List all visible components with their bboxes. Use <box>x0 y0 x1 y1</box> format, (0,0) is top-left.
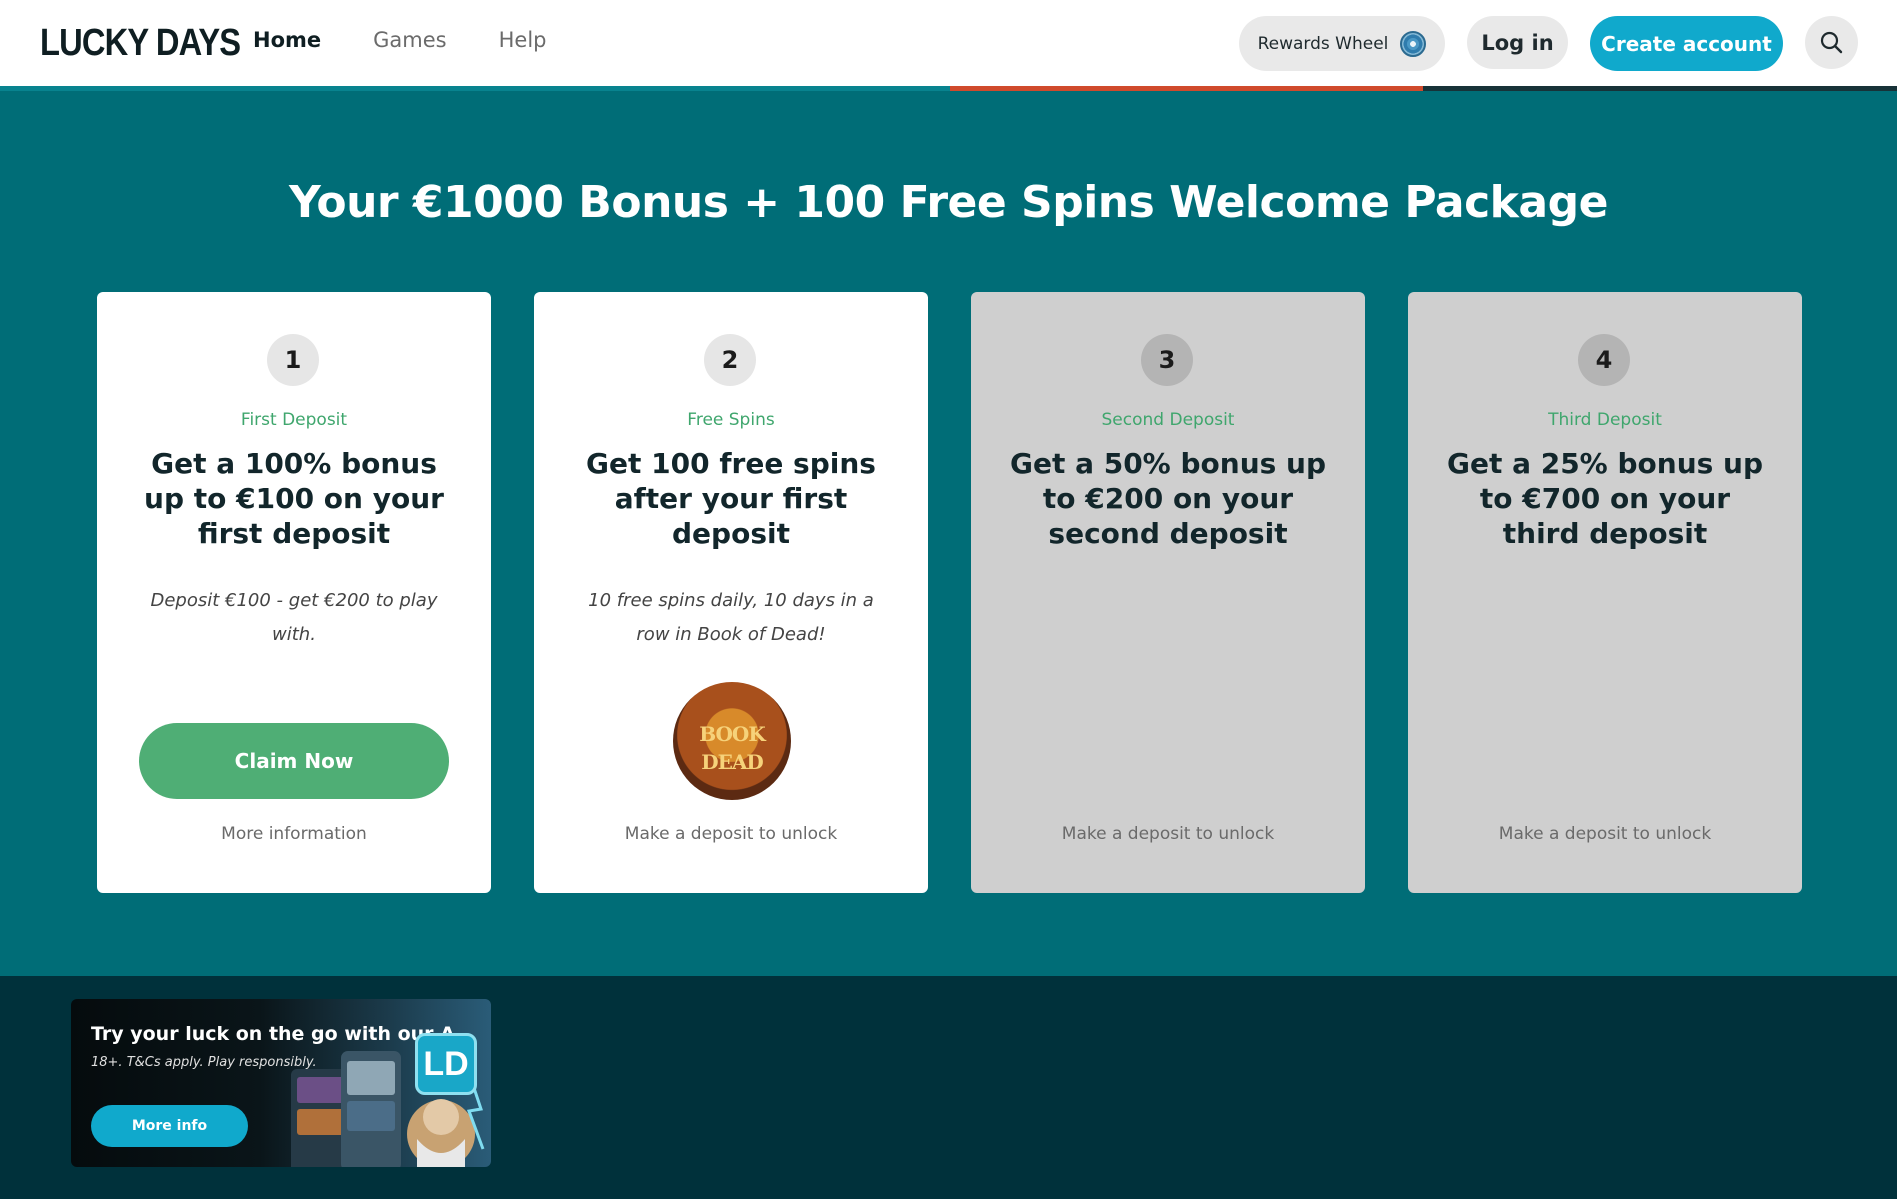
banner-disclaimer: 18+. T&Cs apply. Play responsibly. <box>91 1055 317 1070</box>
step-number: 4 <box>1578 334 1630 386</box>
login-button[interactable]: Log in <box>1467 16 1568 69</box>
more-information-link[interactable]: More information <box>97 824 491 844</box>
card-kicker: Third Deposit <box>1548 410 1662 430</box>
card-headline: Get a 25% bonus up to €700 on your third… <box>1446 447 1764 550</box>
site-header: LUCKY DAYS Home Games Help Rewards Wheel… <box>0 0 1897 86</box>
card-description: 10 free spins daily, 10 days in a row in… <box>588 590 874 645</box>
rewards-wheel-button[interactable]: Rewards Wheel <box>1239 16 1445 71</box>
bonus-card-first-deposit: 1 First Deposit Get a 100% bonus up to €… <box>97 292 491 893</box>
step-number: 2 <box>704 334 756 386</box>
main-nav: Home Games Help <box>253 28 547 52</box>
card-headline: Get 100 free spins after your first depo… <box>586 447 876 550</box>
game-logo-line2: DEAD <box>701 750 763 774</box>
claim-now-button[interactable]: Claim Now <box>139 723 449 799</box>
welcome-package-section: Your €1000 Bonus + 100 Free Spins Welcom… <box>0 91 1897 976</box>
unlock-hint: Make a deposit to unlock <box>1498 824 1712 844</box>
game-logo-line1: BOOK <box>699 722 766 746</box>
lucky-days-logo[interactable]: LUCKY DAYS <box>40 22 241 65</box>
welcome-package-title: Your €1000 Bonus + 100 Free Spins Welcom… <box>289 177 1608 228</box>
bonus-card-free-spins: 2 Free Spins Get 100 free spins after yo… <box>534 292 928 893</box>
card-kicker: First Deposit <box>240 410 348 430</box>
rewards-wheel-label: Rewards Wheel <box>1257 33 1389 54</box>
nav-help[interactable]: Help <box>499 28 547 52</box>
step-number: 1 <box>267 334 319 386</box>
unlock-hint: Make a deposit to unlock <box>624 824 838 844</box>
card-kicker: Free Spins <box>687 410 775 430</box>
step-number: 3 <box>1141 334 1193 386</box>
bonus-card-third-deposit: 4 Third Deposit Get a 25% bonus up to €7… <box>1408 292 1802 893</box>
nav-home[interactable]: Home <box>253 28 321 52</box>
android-app-banner[interactable]: Try your luck on the go with our Andr...… <box>71 999 491 1167</box>
bonus-card-second-deposit: 3 Second Deposit Get a 50% bonus up to €… <box>971 292 1365 893</box>
search-icon <box>1820 31 1843 54</box>
card-kicker: Second Deposit <box>1101 410 1235 430</box>
card-headline: Get a 50% bonus up to €200 on your secon… <box>1009 447 1327 550</box>
more-info-button[interactable]: More info <box>91 1105 248 1147</box>
create-account-button[interactable]: Create account <box>1590 16 1783 71</box>
card-description: Deposit €100 - get €200 to play with. <box>150 590 438 645</box>
ld-app-badge: LD <box>415 1033 477 1095</box>
search-button[interactable] <box>1805 16 1858 69</box>
card-headline: Get a 100% bonus up to €100 on your firs… <box>144 447 444 550</box>
nav-games[interactable]: Games <box>373 28 446 52</box>
book-of-dead-game-icon: BOOK DEAD <box>673 682 791 800</box>
unlock-hint: Make a deposit to unlock <box>1061 824 1275 844</box>
prize-wheel-icon <box>1400 30 1427 57</box>
